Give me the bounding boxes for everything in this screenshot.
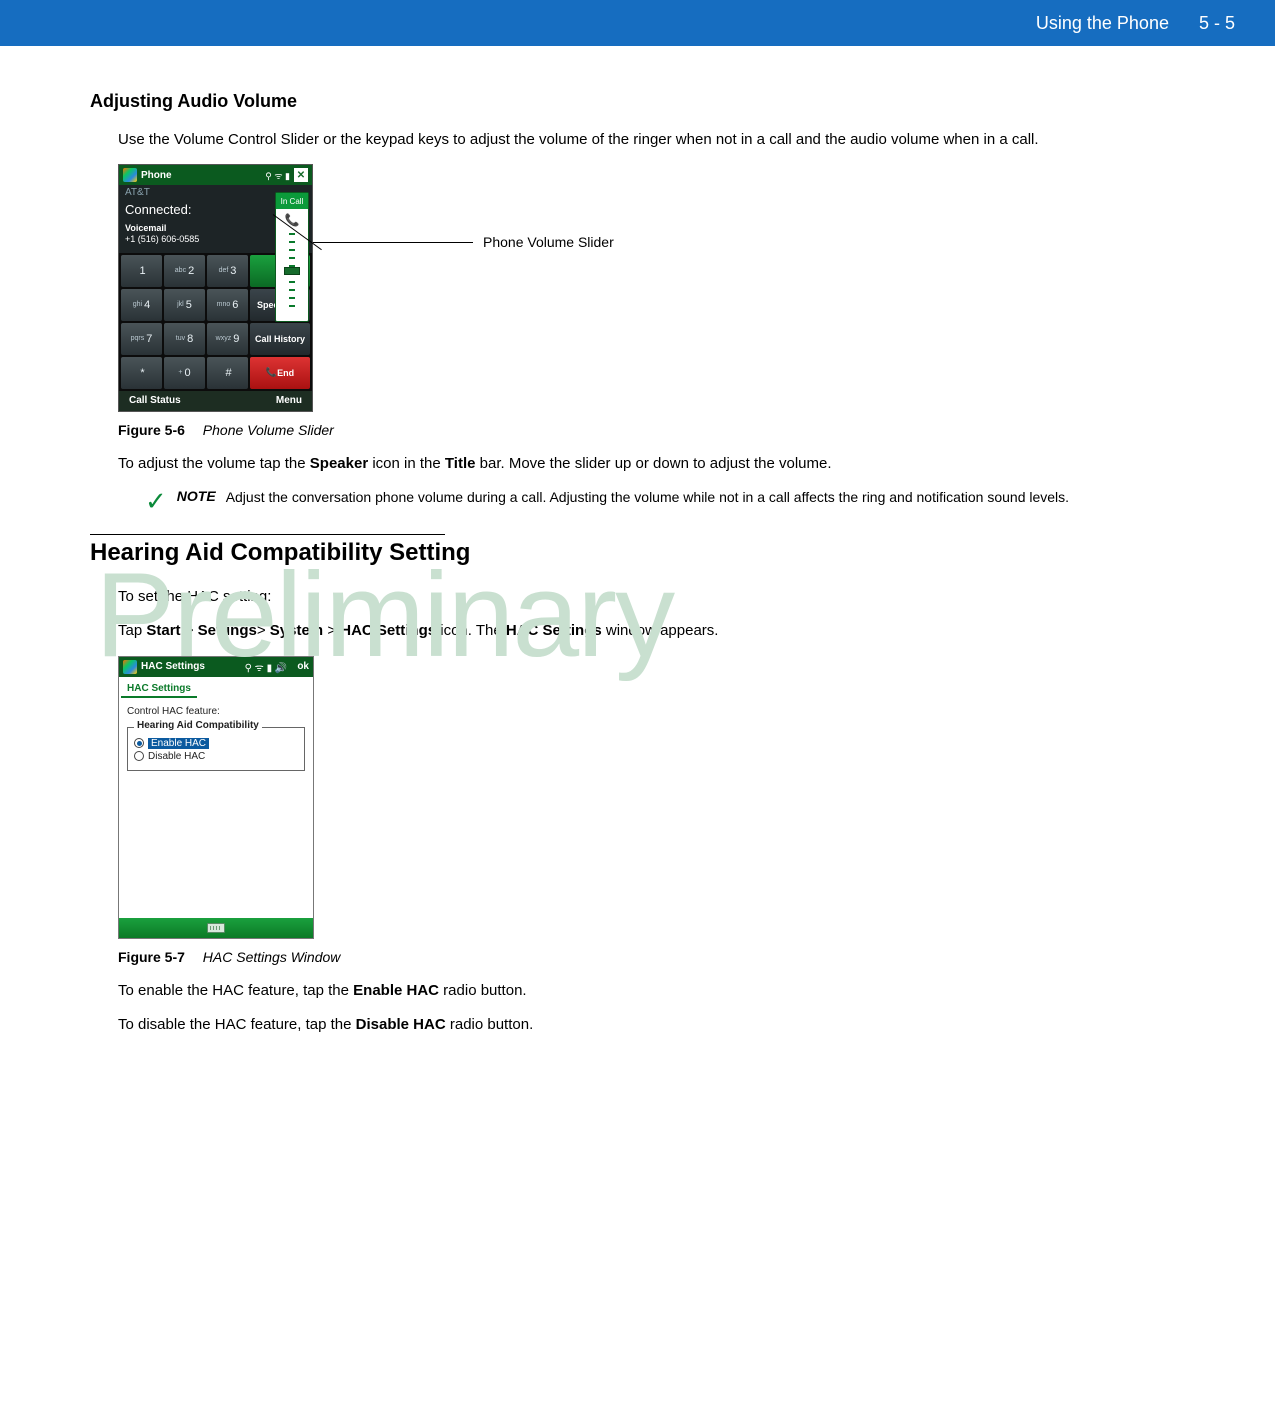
key-1[interactable]: 1 [121, 255, 162, 287]
status-icons: ⚲ ᯤ ▮ [265, 169, 290, 182]
key-hash[interactable]: # [207, 357, 248, 389]
radio-enable-hac[interactable]: Enable HAC [134, 738, 298, 749]
figure-number: Figure 5-6 [118, 422, 185, 438]
key-5[interactable]: jkl5 [164, 289, 205, 321]
key-8[interactable]: tuv8 [164, 323, 205, 355]
windows-start-icon[interactable] [123, 660, 137, 674]
figure-title: Phone Volume Slider [203, 422, 334, 438]
volume-slider-thumb[interactable] [284, 267, 300, 275]
hac-title-bar: HAC Settings ⚲ ᯤ ▮ 🔊 ok [119, 657, 313, 677]
key-0[interactable]: +0 [164, 357, 205, 389]
softkey-left[interactable]: Call Status [129, 395, 181, 406]
hac-intro: To set the HAC setting: [118, 587, 1185, 607]
phone-title-bar: Phone ⚲ ᯤ ▮ ✕ [119, 165, 312, 185]
note-label: NOTE [177, 488, 216, 514]
intro-paragraph: Use the Volume Control Slider or the key… [118, 130, 1185, 150]
header-title: Using the Phone [1036, 13, 1169, 34]
callout-line [313, 242, 473, 243]
enable-instruction: To enable the HAC feature, tap the Enabl… [118, 981, 1185, 1001]
radio-label: Disable HAC [148, 751, 205, 762]
hac-path: Tap Start > Settings> System > HAC Setti… [118, 621, 1185, 641]
figure-5-6-caption: Figure 5-6 Phone Volume Slider [118, 422, 1185, 438]
windows-start-icon[interactable] [123, 168, 137, 182]
adjust-instruction: To adjust the volume tap the Speaker ico… [118, 454, 1185, 474]
figure-number: Figure 5-7 [118, 949, 185, 965]
callout-label: Phone Volume Slider [483, 234, 614, 250]
key-2[interactable]: abc2 [164, 255, 205, 287]
phone-title: Phone [141, 170, 261, 181]
key-6[interactable]: mno6 [207, 289, 248, 321]
section-divider [90, 534, 445, 535]
radio-disable-hac[interactable]: Disable HAC [134, 751, 298, 762]
radio-label: Enable HAC [148, 738, 209, 749]
connected-label: Connected: [125, 202, 192, 217]
softkey-right[interactable]: Menu [276, 395, 302, 406]
call-history-button[interactable]: Call History [250, 323, 310, 355]
key-star[interactable]: * [121, 357, 162, 389]
note-text: Adjust the conversation phone volume dur… [226, 488, 1185, 514]
hac-bottom-bar [119, 918, 313, 938]
end-call-button[interactable]: 📞 End [250, 357, 310, 389]
figure-phone-volume: Phone ⚲ ᯤ ▮ ✕ AT&T Connected: Voicemail … [118, 164, 1185, 412]
header-page-number: 5 - 5 [1199, 13, 1235, 34]
close-icon[interactable]: ✕ [294, 168, 308, 182]
figure-hac-window: HAC Settings ⚲ ᯤ ▮ 🔊 ok HAC Settings Con… [118, 656, 314, 939]
subsection-heading-audio: Adjusting Audio Volume [90, 91, 1185, 112]
section-heading-hac: Hearing Aid Compatibility Setting [90, 539, 1185, 567]
radio-icon [134, 751, 144, 761]
disable-instruction: To disable the HAC feature, tap the Disa… [118, 1015, 1185, 1035]
hac-tab[interactable]: HAC Settings [121, 679, 197, 698]
checkmark-icon: ✓ [145, 488, 167, 514]
slider-header: In Call [276, 193, 308, 209]
volume-slider-popup: In Call 📞 [275, 192, 309, 322]
keyboard-icon[interactable] [207, 923, 225, 933]
key-4[interactable]: ghi4 [121, 289, 162, 321]
hac-control-label: Control HAC feature: [127, 706, 305, 717]
hac-legend: Hearing Aid Compatibility [134, 720, 262, 731]
call-timer: 01 [314, 189, 327, 203]
page-content: Preliminary Adjusting Audio Volume Use t… [0, 46, 1275, 1089]
figure-title: HAC Settings Window [203, 949, 341, 965]
hac-window-title: HAC Settings [141, 661, 205, 672]
softkey-bar: Call Status Menu [119, 391, 312, 411]
hac-status-icons: ⚲ ᯤ ▮ 🔊 [245, 660, 288, 674]
radio-icon [134, 738, 144, 748]
hac-fieldset: Hearing Aid Compatibility Enable HAC Dis… [127, 727, 305, 771]
hac-panel: Control HAC feature: Hearing Aid Compati… [119, 698, 313, 918]
key-7[interactable]: pqrs7 [121, 323, 162, 355]
page-header: Using the Phone 5 - 5 [0, 0, 1275, 46]
ok-button[interactable]: ok [297, 661, 309, 672]
volume-slider-track[interactable] [289, 233, 295, 313]
key-3[interactable]: def3 [207, 255, 248, 287]
note-callout: ✓ NOTE Adjust the conversation phone vol… [145, 488, 1185, 514]
figure-5-7-caption: Figure 5-7 HAC Settings Window [118, 949, 1185, 965]
key-9[interactable]: wxyz9 [207, 323, 248, 355]
